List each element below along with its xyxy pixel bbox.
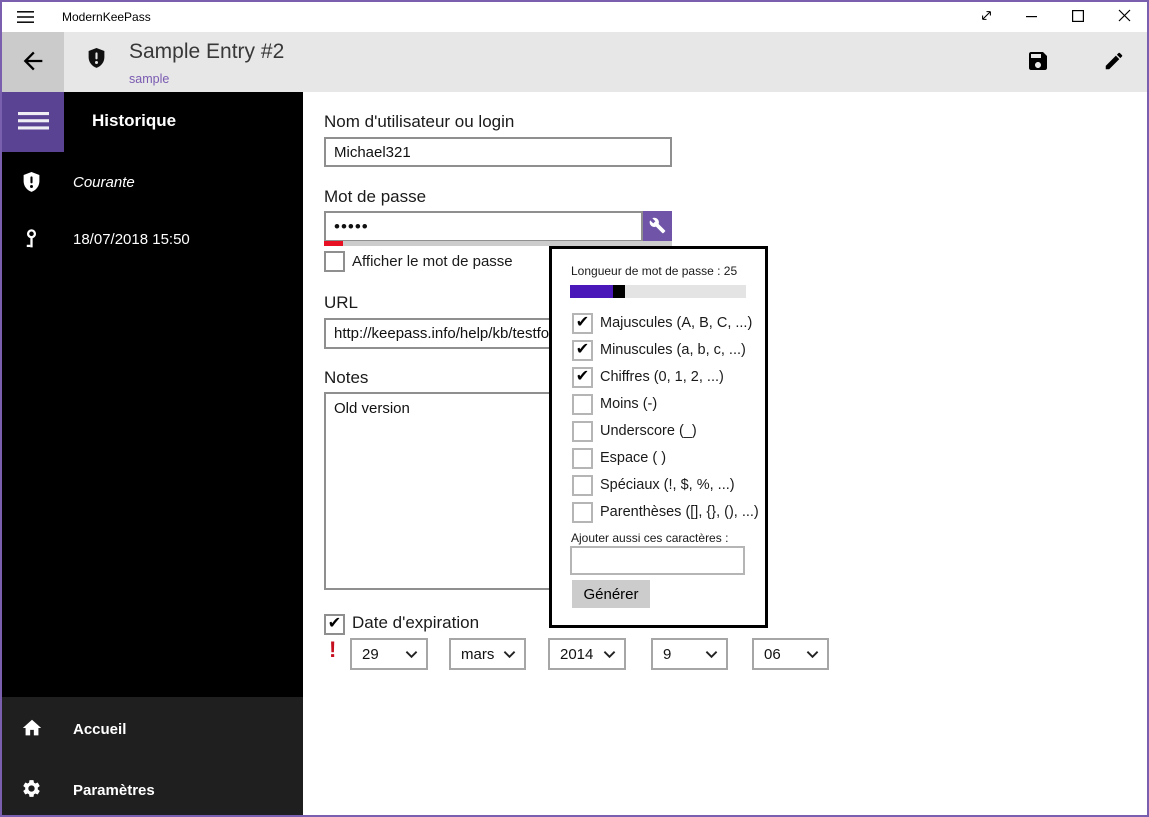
year-value: 2014 <box>560 645 594 663</box>
hamburger-icon <box>17 10 34 29</box>
expiration-label: Date d'expiration <box>352 613 480 632</box>
expiration-warning-icon: ! <box>329 637 337 662</box>
minimize-icon <box>1026 10 1038 25</box>
month-dropdown[interactable]: mars <box>449 638 526 670</box>
app-window: ModernKeePass Sample Entry #2 sample His… <box>0 0 1149 817</box>
edit-pencil-icon <box>1103 50 1125 75</box>
app-title: ModernKeePass <box>62 10 151 24</box>
minimize-button[interactable] <box>1009 2 1055 32</box>
home-icon <box>21 717 43 739</box>
length-label: Longueur de mot de passe : 25 <box>571 264 738 278</box>
hour-value: 9 <box>663 645 672 663</box>
key-icon <box>21 228 43 250</box>
entry-header: Sample Entry #2 sample <box>2 32 1147 92</box>
checkmark-icon: ✔ <box>575 367 590 385</box>
show-password-checkbox[interactable] <box>324 251 345 272</box>
generate-button[interactable]: Générer <box>572 580 650 608</box>
shield-exclamation-icon <box>21 171 43 193</box>
lowercase-checkbox[interactable]: ✔ <box>572 340 593 361</box>
edit-button[interactable] <box>1090 32 1138 92</box>
save-floppy-icon <box>1026 49 1050 76</box>
year-dropdown[interactable]: 2014 <box>548 638 626 670</box>
chevron-down-icon <box>503 646 516 663</box>
minute-value: 06 <box>764 645 781 663</box>
length-slider[interactable] <box>570 285 746 298</box>
minus-label: Moins (-) <box>600 396 658 412</box>
digits-checkbox[interactable]: ✔ <box>572 367 593 388</box>
chevron-down-icon <box>705 646 718 663</box>
entry-subtitle[interactable]: sample <box>129 72 169 86</box>
wrench-icon <box>649 217 666 237</box>
underscore-label: Underscore (_) <box>600 423 697 439</box>
minute-dropdown[interactable]: 06 <box>752 638 829 670</box>
digits-label: Chiffres (0, 1, 2, ...) <box>600 369 724 385</box>
custom-chars-label: Ajouter aussi ces caractères : <box>571 531 729 545</box>
gear-icon <box>21 778 43 800</box>
custom-chars-input[interactable] <box>570 546 745 575</box>
checkmark-icon: ✔ <box>575 340 590 358</box>
length-slider-thumb[interactable] <box>613 285 625 298</box>
space-label: Espace ( ) <box>600 450 667 466</box>
password-strength-fill <box>324 241 343 246</box>
checkmark-icon: ✔ <box>327 614 342 632</box>
password-input[interactable] <box>324 211 643 242</box>
nav-item-label: Accueil <box>73 721 127 738</box>
password-label: Mot de passe <box>324 187 427 206</box>
history-item-label: 18/07/2018 15:50 <box>73 231 190 248</box>
history-sidebar: Historique Courante 18/07/2018 15:50 Acc… <box>2 92 303 815</box>
chevron-down-icon <box>603 646 616 663</box>
save-button[interactable] <box>1014 32 1062 92</box>
generate-password-button[interactable] <box>643 211 672 242</box>
diagonal-resize-icon <box>978 7 995 27</box>
close-icon <box>1118 9 1131 25</box>
back-button[interactable] <box>2 32 64 92</box>
sidebar-footer: Accueil Paramètres <box>2 697 303 815</box>
notes-label: Notes <box>324 368 369 387</box>
underscore-checkbox[interactable] <box>572 421 593 442</box>
day-dropdown[interactable]: 29 <box>350 638 428 670</box>
show-password-label: Afficher le mot de passe <box>352 253 513 270</box>
month-value: mars <box>461 645 495 663</box>
back-arrow-icon <box>19 47 47 78</box>
window-controls <box>963 2 1147 32</box>
entry-shield-icon <box>86 47 107 75</box>
maximize-button[interactable] <box>1055 2 1101 32</box>
username-input[interactable] <box>324 137 672 167</box>
space-checkbox[interactable] <box>572 448 593 469</box>
uppercase-label: Majuscules (A, B, C, ...) <box>600 315 753 331</box>
chevron-down-icon <box>806 646 819 663</box>
hamburger-icon <box>17 111 49 133</box>
maximize-icon <box>1072 9 1085 25</box>
resize-button[interactable] <box>963 2 1009 32</box>
brackets-label: Parenthèses ([], {}, (), ...) <box>600 504 759 520</box>
title-bar: ModernKeePass <box>2 2 1147 32</box>
entry-title: Sample Entry #2 <box>129 40 285 63</box>
close-button[interactable] <box>1101 2 1147 32</box>
special-label: Spéciaux (!, $, %, ...) <box>600 477 735 493</box>
password-generator-popup: Longueur de mot de passe : 25 ✔ Majuscul… <box>549 246 768 628</box>
uppercase-checkbox[interactable]: ✔ <box>572 313 593 334</box>
lowercase-label: Minuscules (a, b, c, ...) <box>600 342 746 358</box>
special-checkbox[interactable] <box>572 475 593 496</box>
minus-checkbox[interactable] <box>572 394 593 415</box>
hour-dropdown[interactable]: 9 <box>651 638 728 670</box>
nav-toggle-button[interactable] <box>2 92 64 152</box>
username-label: Nom d'utilisateur ou login <box>324 112 515 131</box>
expiration-checkbox[interactable]: ✔ <box>324 614 345 635</box>
history-item-label: Courante <box>73 174 135 191</box>
url-label: URL <box>324 293 359 312</box>
day-value: 29 <box>362 645 379 663</box>
checkmark-icon: ✔ <box>575 313 590 331</box>
history-section-title: Historique <box>92 111 177 130</box>
chevron-down-icon <box>405 646 418 663</box>
length-slider-fill <box>570 285 613 298</box>
brackets-checkbox[interactable] <box>572 502 593 523</box>
nav-item-label: Paramètres <box>73 782 155 799</box>
